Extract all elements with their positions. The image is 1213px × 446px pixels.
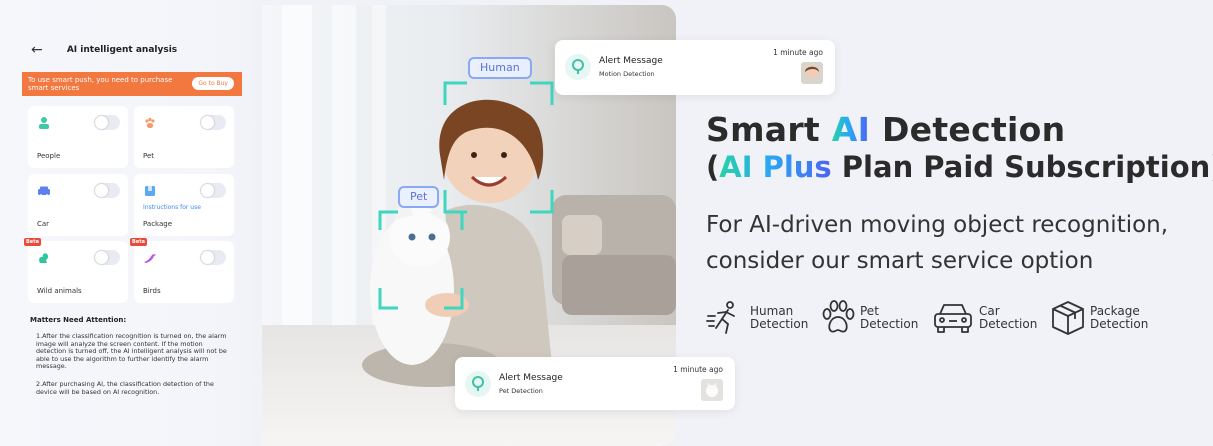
feature-line2: Detection <box>979 317 1038 331</box>
feature-label: Pet Detection <box>860 305 918 331</box>
pet-toggle[interactable] <box>200 115 226 130</box>
go-to-buy-button[interactable]: Go to Buy <box>192 77 234 90</box>
headline: Smart AI Detection <box>706 110 1065 149</box>
headline-text: Detection <box>870 110 1066 149</box>
alert-time: 1 minute ago <box>673 365 723 374</box>
subhead-accent: AI Plus <box>719 150 832 184</box>
note-item: 1.After the classification recognition i… <box>36 332 227 371</box>
banner-text: To use smart push, you need to purchase … <box>28 76 173 92</box>
feature-line1: Car <box>979 304 1000 318</box>
card-label: Birds <box>143 287 161 295</box>
car-icon <box>934 304 972 333</box>
bird-icon <box>144 254 156 263</box>
paw-icon <box>822 300 855 333</box>
package-box-icon <box>1052 301 1084 335</box>
card-label: People <box>37 152 61 160</box>
feature-line1: Human <box>750 304 794 318</box>
subheadline: (AI Plus Plan Paid Subscription) <box>706 150 1213 184</box>
package-icon <box>145 186 155 196</box>
alert-subtitle: Motion Detection <box>599 70 655 78</box>
card-car: Car <box>28 174 128 236</box>
alert-subtitle: Pet Detection <box>499 387 543 395</box>
feature-label: Human Detection <box>750 305 808 331</box>
wild-animals-toggle[interactable] <box>94 250 120 265</box>
alert-title: Alert Message <box>599 56 663 66</box>
notes-title: Matters Need Attention: <box>30 316 127 324</box>
car-icon <box>38 186 50 197</box>
beta-badge: Beta <box>130 238 147 246</box>
alert-time: 1 minute ago <box>773 48 823 57</box>
card-label: Package <box>143 220 173 228</box>
description: For AI-driven moving object recognition,… <box>706 212 1169 274</box>
location-pin-icon <box>465 371 491 397</box>
card-birds: Beta Birds <box>130 238 234 303</box>
package-toggle[interactable] <box>200 183 226 198</box>
feature-line2: Detection <box>1090 317 1149 331</box>
alert-card-motion[interactable]: Alert Message Motion Detection 1 minute … <box>555 40 835 95</box>
headline-text: Smart <box>706 110 832 149</box>
headline-accent: AI <box>831 110 871 149</box>
car-toggle[interactable] <box>94 183 120 198</box>
child-thumbnail <box>801 62 823 84</box>
note-item: 2.After purchasing AI, the classificatio… <box>36 380 214 396</box>
feature-label: Car Detection <box>979 305 1037 331</box>
feature-line1: Pet <box>860 304 879 318</box>
feature-line2: Detection <box>860 317 919 331</box>
card-label: Pet <box>143 152 155 160</box>
squirrel-icon <box>39 253 49 263</box>
app-settings-panel: ← AI intelligent analysis To use smart p… <box>0 0 262 446</box>
card-label: Car <box>37 220 50 228</box>
location-pin-icon <box>565 54 591 80</box>
instructions-link[interactable]: Instructions for use <box>143 204 201 211</box>
subhead-text: Plan Paid Subscription) <box>831 150 1213 184</box>
card-wild-animals: Beta Wild animals <box>24 238 128 303</box>
card-pet: Pet <box>134 106 234 168</box>
beta-badge: Beta <box>24 238 41 246</box>
screen-title: AI intelligent analysis <box>66 45 178 55</box>
purchase-banner: To use smart push, you need to purchase … <box>22 72 242 96</box>
card-package: Instructions for use Package <box>134 174 234 236</box>
running-person-icon <box>706 301 735 334</box>
card-people: People <box>28 106 128 168</box>
feature-line1: Package <box>1090 304 1140 318</box>
cat-thumbnail <box>701 379 723 401</box>
pet-tag: Pet <box>398 186 440 208</box>
feature-label: Package Detection <box>1090 305 1148 331</box>
alert-title: Alert Message <box>499 373 563 383</box>
human-tag: Human <box>468 57 532 79</box>
subhead-text: ( <box>706 150 720 184</box>
alert-card-pet[interactable]: Alert Message Pet Detection 1 minute ago <box>455 357 735 410</box>
card-label: Wild animals <box>37 287 82 295</box>
paw-icon <box>145 117 155 129</box>
person-icon <box>39 117 49 129</box>
people-toggle[interactable] <box>94 115 120 130</box>
birds-toggle[interactable] <box>200 250 226 265</box>
feature-line2: Detection <box>750 317 809 331</box>
